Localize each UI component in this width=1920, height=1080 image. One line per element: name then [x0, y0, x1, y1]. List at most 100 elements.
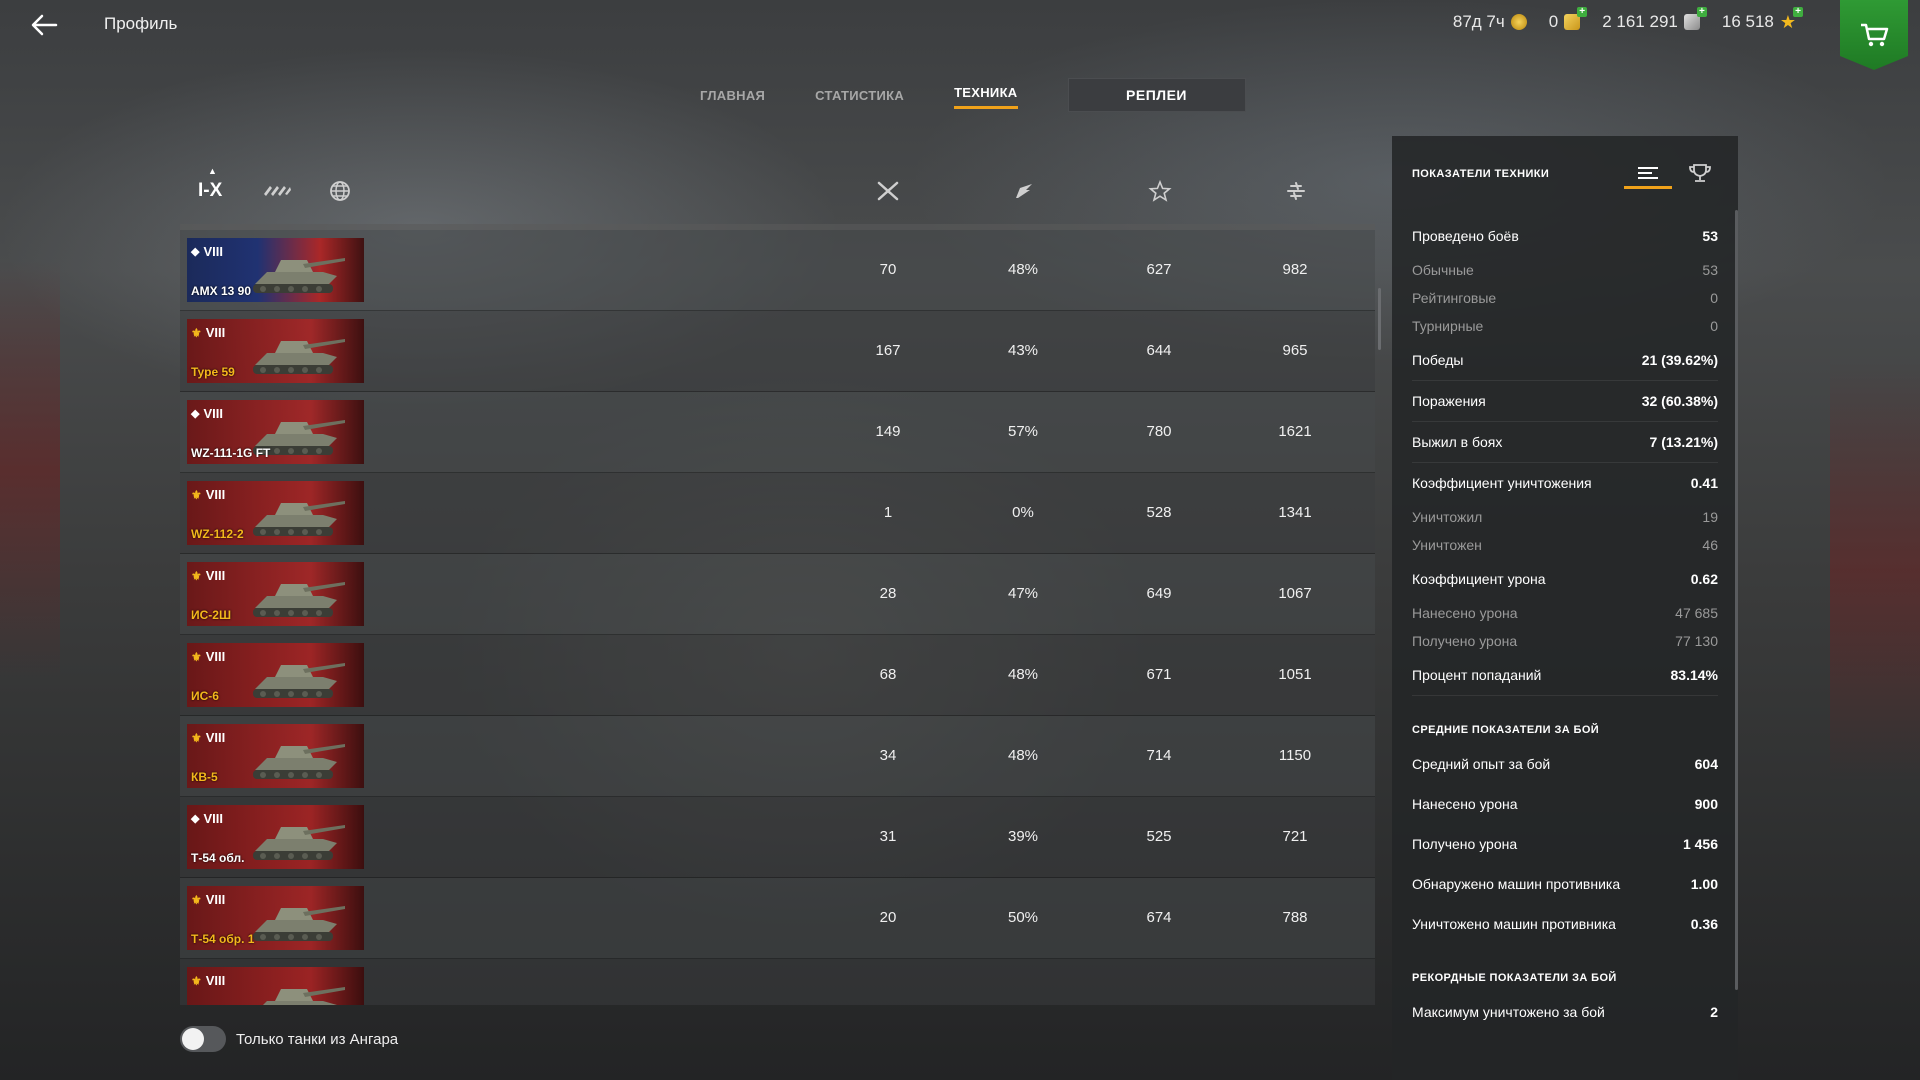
- battles-cell: 68: [879, 666, 897, 683]
- stat-row: Проведено боёв 53: [1412, 216, 1718, 256]
- damage-cell: 788: [1282, 909, 1308, 926]
- vehicle-card: ◆ VIII WZ-111-1G FT: [187, 400, 364, 464]
- stat-row: Турнирные 0: [1412, 312, 1718, 340]
- vehicle-card: ⚜ VIII Type 59: [187, 319, 364, 383]
- tab-statistics[interactable]: СТАТИСТИКА: [815, 84, 904, 107]
- stat-value: 0.41: [1690, 475, 1718, 491]
- damage-cell: 721: [1282, 828, 1308, 845]
- vehicle-row[interactable]: ⚜ VIII ИС-2Ш 28 47% 649 1067: [180, 554, 1375, 635]
- free-xp-balance[interactable]: 16 518 ★ +: [1722, 7, 1803, 32]
- stat-label: Максимум уничтожено за бой: [1412, 1004, 1605, 1020]
- tab-replays[interactable]: РЕПЛЕИ: [1067, 78, 1246, 112]
- stat-label: Выжил в боях: [1412, 434, 1503, 450]
- vehicle-name: AMX 13 90: [191, 284, 252, 298]
- vehicle-row[interactable]: ◆ VIII AMX 13 90 70 48% 627 982: [180, 230, 1375, 311]
- stats-list: Проведено боёв 53 Обычные 53 Рейтинговые 0 Тур…: [1412, 216, 1718, 1032]
- mastery-cell: 644: [1146, 342, 1172, 359]
- vehicle-card: ◆ VIII Т-54 обл.: [187, 805, 364, 869]
- tank-icon: [237, 811, 347, 867]
- mastery-column-header[interactable]: [1148, 179, 1174, 204]
- stat-label: Уничтожил: [1412, 509, 1483, 525]
- tank-icon: [237, 325, 347, 381]
- premium-vehicle-icon: ⚜: [191, 730, 202, 745]
- winrate-cell: 39%: [1007, 828, 1039, 845]
- damage-cell: 982: [1282, 261, 1308, 278]
- vehicle-type-filter[interactable]: [262, 180, 291, 202]
- vehicle-row[interactable]: ⚜ VIII WZ-112-2 1 0% 528 1341: [180, 473, 1375, 554]
- battles-cell: 149: [875, 423, 901, 440]
- battles-cell: 28: [879, 585, 897, 602]
- stat-label: Коэффициент уничтожения: [1412, 475, 1592, 491]
- battles-cell: 31: [879, 828, 897, 845]
- back-button[interactable]: [26, 10, 62, 40]
- section-title: РЕКОРДНЫЕ ПОКАЗАТЕЛИ ЗА БОЙ: [1412, 972, 1617, 984]
- stat-label: Получено урона: [1412, 836, 1518, 852]
- trophy-icon: [1689, 164, 1711, 182]
- stat-value: 83.14%: [1670, 667, 1718, 683]
- stat-label: Получено урона: [1412, 633, 1518, 649]
- stat-row: Нанесено урона 900: [1412, 784, 1718, 824]
- stat-row: Уничтожено машин противника 0.36: [1412, 904, 1718, 944]
- stat-value: 0: [1710, 318, 1718, 334]
- stat-row: Средний опыт за бой 604: [1412, 744, 1718, 784]
- mastery-cell: [1109, 959, 1209, 1005]
- vehicle-row[interactable]: ⚜ VIII ИС-6 68 48% 671 1051: [180, 635, 1375, 716]
- vehicle-row[interactable]: ◆ VIII Т-54 обл. 31 39% 525 721: [180, 797, 1375, 878]
- battles-cell: 34: [879, 747, 897, 764]
- vehicle-row[interactable]: ◆ VIII WZ-111-1G FT 149 57% 780 1621: [180, 392, 1375, 473]
- winrate-cell: 48%: [1007, 666, 1039, 683]
- vehicle-tier: ⚜ VIII: [191, 325, 226, 340]
- vehicle-row[interactable]: ⚜ VIII Type 59 167 43% 644 965: [180, 311, 1375, 392]
- stat-value: 19: [1702, 509, 1718, 525]
- vehicle-tier: ◆ VIII: [191, 244, 223, 259]
- gold-balance[interactable]: 0 +: [1549, 7, 1588, 32]
- premium-balance[interactable]: 87д 7ч: [1453, 12, 1527, 32]
- vehicle-tier: ⚜ VIII: [191, 973, 226, 988]
- battles-cell: 20: [879, 909, 897, 926]
- stat-label: Уничтожено машин противника: [1412, 916, 1616, 932]
- tab-achievements[interactable]: [1686, 162, 1714, 186]
- damage-column-header[interactable]: [1284, 180, 1310, 204]
- vehicle-row[interactable]: ⚜ VIII: [180, 959, 1375, 1005]
- stat-row: Уничтожил 19: [1412, 503, 1718, 531]
- damage-cell: 1051: [1278, 666, 1312, 683]
- battles-cell: 167: [875, 342, 901, 359]
- winrate-cell: 0%: [1012, 504, 1034, 521]
- premium-vehicle-icon: ⚜: [191, 892, 202, 907]
- winrate-column-header[interactable]: [1012, 180, 1038, 204]
- vehicle-row[interactable]: ⚜ VIII Т-54 обр. 1 20 50% 674 788: [180, 878, 1375, 959]
- stat-label: Нанесено урона: [1412, 605, 1518, 621]
- stat-row: Процент попаданий 83.14%: [1412, 655, 1718, 696]
- vehicle-table: ◆ VIII AMX 13 90 70 48% 627 982 ⚜ VIII Type 59 167…: [180, 224, 1375, 1005]
- winrate-cell: 43%: [1007, 342, 1039, 359]
- plus-icon: +: [1577, 7, 1588, 17]
- tank-icon: [237, 649, 347, 705]
- tab-main[interactable]: ГЛАВНАЯ: [700, 84, 765, 107]
- vehicle-name: ИС-6: [191, 689, 219, 703]
- damage-cell: 1621: [1278, 423, 1312, 440]
- stat-value: 0: [1710, 290, 1718, 306]
- tab-vehicles[interactable]: ТЕХНИКА: [954, 81, 1018, 109]
- vehicle-row[interactable]: ⚜ VIII КВ-5 34 48% 714 1150: [180, 716, 1375, 797]
- battles-column-header[interactable]: [876, 180, 902, 204]
- hangar-only-toggle[interactable]: [180, 1026, 226, 1052]
- table-scrollbar[interactable]: [1378, 288, 1381, 350]
- section-title: СРЕДНИЕ ПОКАЗАТЕЛИ ЗА БОЙ: [1412, 724, 1600, 736]
- winrate-cell: 48%: [1007, 261, 1039, 278]
- stat-label: Турнирные: [1412, 318, 1484, 334]
- stat-label: Рейтинговые: [1412, 290, 1497, 306]
- nation-filter[interactable]: [328, 180, 356, 202]
- vehicle-card: ⚜ VIII ИС-6: [187, 643, 364, 707]
- vehicle-tier: ⚜ VIII: [191, 649, 226, 664]
- winrate-cell: 57%: [1007, 423, 1039, 440]
- stat-label: Победы: [1412, 352, 1464, 368]
- panel-scrollbar[interactable]: [1735, 210, 1738, 990]
- credits-balance[interactable]: 2 161 291 +: [1602, 7, 1707, 32]
- shop-button[interactable]: [1840, 0, 1908, 70]
- tab-stats-list[interactable]: [1624, 162, 1672, 189]
- battles-cell: [838, 959, 938, 1005]
- stat-label: Поражения: [1412, 393, 1486, 409]
- stat-value: 1 456: [1682, 836, 1718, 852]
- tier-filter[interactable]: ▲ I-X: [198, 166, 222, 202]
- stat-row: Коэффициент уничтожения 0.41: [1412, 463, 1718, 503]
